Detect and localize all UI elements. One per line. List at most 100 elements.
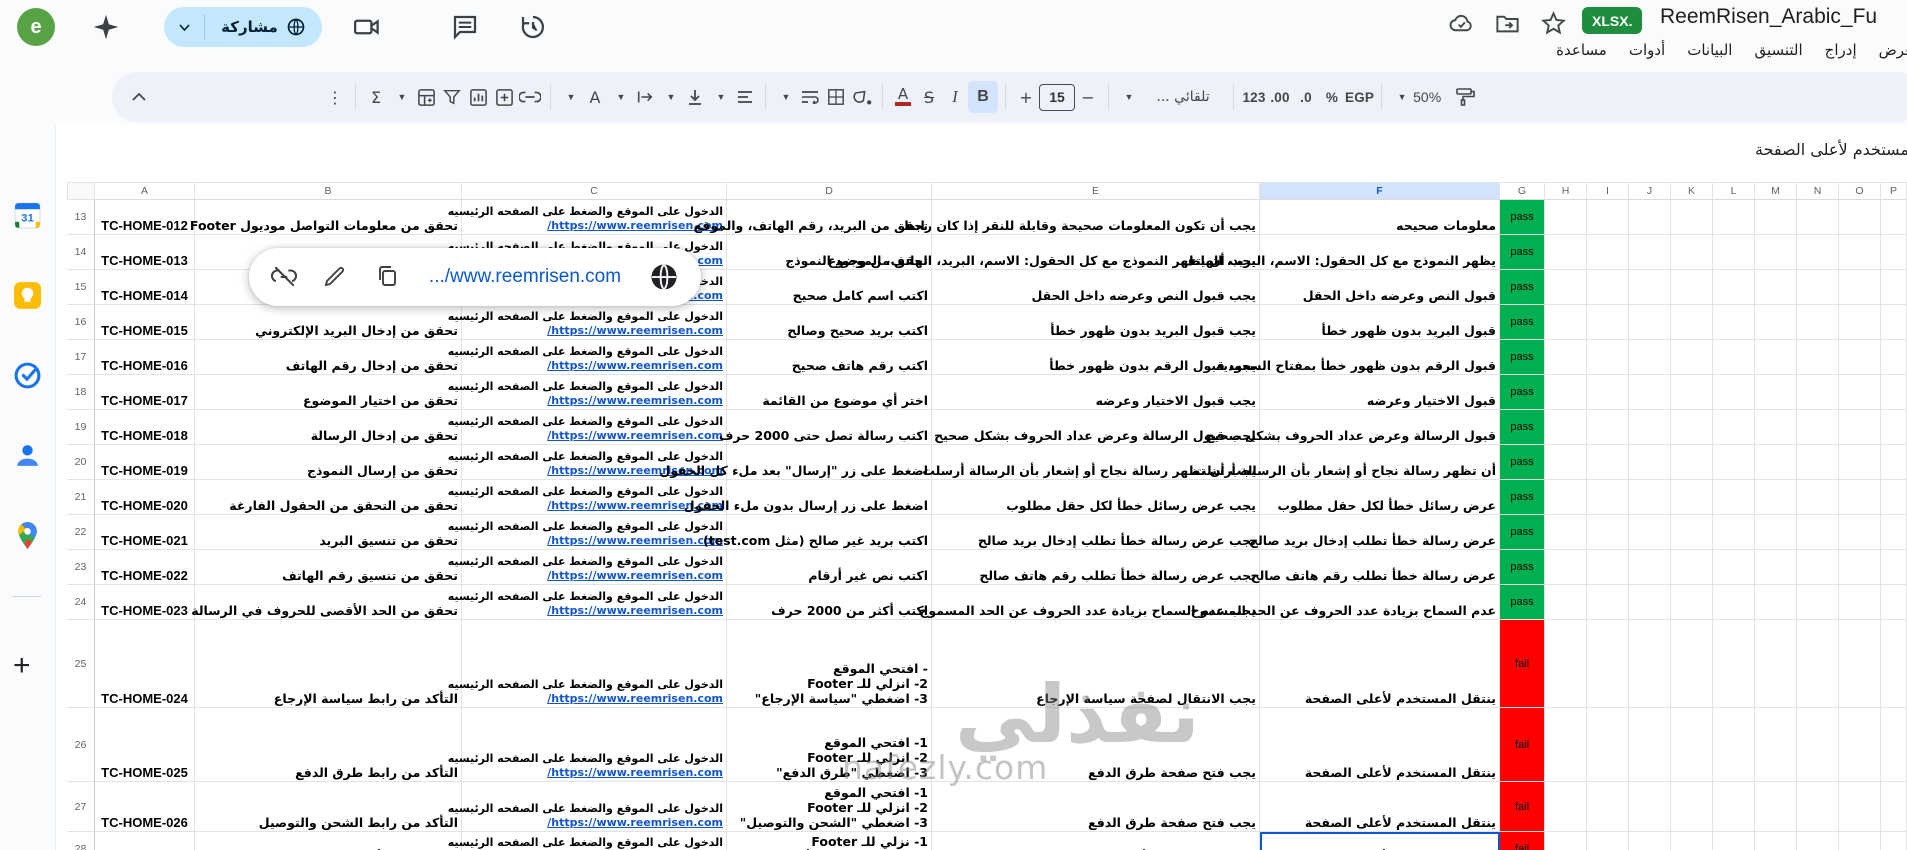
cell-L27[interactable] xyxy=(1713,782,1755,832)
cell-O18[interactable] xyxy=(1839,375,1881,410)
cell-H13[interactable] xyxy=(1545,200,1587,235)
cell-C25[interactable]: الدخول على الموقع والضغط على الصفحه الرئ… xyxy=(448,620,727,708)
italic-icon[interactable]: I xyxy=(942,81,968,113)
cell-K20[interactable] xyxy=(1671,445,1713,480)
star-icon[interactable] xyxy=(1540,10,1568,38)
cell-F13[interactable]: معلومات صحيحه xyxy=(1260,200,1500,235)
cell-A18[interactable]: TC-HOME-017 xyxy=(95,375,195,410)
cell-P24[interactable] xyxy=(1881,585,1907,620)
functions-icon[interactable]: Σ xyxy=(363,81,389,113)
cell-I15[interactable] xyxy=(1587,270,1629,305)
cell-K27[interactable] xyxy=(1671,782,1713,832)
row-header-19[interactable]: 19 xyxy=(67,410,95,445)
cell-E22[interactable]: يجب عرض رسالة خطأ تطلب إدخال بريد صالح xyxy=(932,515,1260,550)
cell-P25[interactable] xyxy=(1881,620,1907,708)
cell-B18[interactable]: تحقق من اختيار الموضوع xyxy=(195,375,462,410)
cell-M24[interactable] xyxy=(1755,585,1797,620)
cell-J25[interactable] xyxy=(1629,620,1671,708)
horizontal-align-icon[interactable] xyxy=(732,81,758,113)
cell-link-C25[interactable]: /https://www.reemrisen.com xyxy=(547,692,723,706)
percent-format-button[interactable]: % xyxy=(1319,81,1345,113)
status-cell-23[interactable]: pass xyxy=(1500,550,1545,585)
cell-E26[interactable]: يجب فتح صفحة طرق الدفع xyxy=(932,708,1260,782)
cell-H22[interactable] xyxy=(1545,515,1587,550)
cell-link-C18[interactable]: /https://www.reemrisen.com xyxy=(547,394,723,408)
font-dropdown-icon[interactable]: ▼ xyxy=(1116,81,1142,113)
cell-P26[interactable] xyxy=(1881,708,1907,782)
cell-K22[interactable] xyxy=(1671,515,1713,550)
row-header-27[interactable]: 27 xyxy=(67,782,95,832)
cell-F18[interactable]: قبول الاختيار وعرضه xyxy=(1260,375,1500,410)
cell-P18[interactable] xyxy=(1881,375,1907,410)
cell-I14[interactable] xyxy=(1587,235,1629,270)
cell-J27[interactable] xyxy=(1629,782,1671,832)
cloud-saved-icon[interactable] xyxy=(1448,10,1476,38)
column-header-A[interactable]: A xyxy=(95,182,195,200)
column-header-G[interactable]: G xyxy=(1500,182,1545,200)
cell-J18[interactable] xyxy=(1629,375,1671,410)
status-cell-16[interactable]: pass xyxy=(1500,305,1545,340)
cell-M15[interactable] xyxy=(1755,270,1797,305)
cell-D26[interactable]: 1- افتحي الموقع 2- انزلي للـ Footer 3- اضغ… xyxy=(727,708,932,782)
cell-B19[interactable]: تحقق من إدخال الرسالة xyxy=(195,410,462,445)
cell-P21[interactable] xyxy=(1881,480,1907,515)
cell-A21[interactable]: TC-HOME-020 xyxy=(95,480,195,515)
menu-item-4[interactable]: أدوات xyxy=(1618,38,1676,62)
cell-link-C23[interactable]: /https://www.reemrisen.com xyxy=(547,569,723,583)
cell-A22[interactable]: TC-HOME-021 xyxy=(95,515,195,550)
cell-link-C22[interactable]: /https://www.reemrisen.com xyxy=(547,534,723,548)
cell-C23[interactable]: الدخول على الموقع والضغط على الصفحه الرئ… xyxy=(448,550,727,585)
document-title[interactable]: ReemRisen_Arabic_Fu xyxy=(1660,5,1877,29)
column-header-M[interactable]: M xyxy=(1755,182,1797,200)
row-header-24[interactable]: 24 xyxy=(67,585,95,620)
cell-C19[interactable]: الدخول على الموقع والضغط على الصفحه الرئ… xyxy=(448,410,727,445)
cell-I26[interactable] xyxy=(1587,708,1629,782)
text-rotation-dropdown-icon[interactable]: ▼ xyxy=(558,81,584,113)
cell-B21[interactable]: تحقق من التحقق من الحقول الفارغة xyxy=(195,480,462,515)
cell-H14[interactable] xyxy=(1545,235,1587,270)
cell-P13[interactable] xyxy=(1881,200,1907,235)
cell-D24[interactable]: اكتب أكثر من 2000 حرف xyxy=(727,585,932,620)
text-color-icon[interactable]: A xyxy=(890,81,916,113)
increase-font-size-button[interactable]: + xyxy=(1013,81,1039,113)
cell-D23[interactable]: اكتب نص غير أرقام xyxy=(727,550,932,585)
cell-H23[interactable] xyxy=(1545,550,1587,585)
cell-A28[interactable] xyxy=(95,832,195,850)
cell-link-C17[interactable]: /https://www.reemrisen.com xyxy=(547,359,723,373)
copy-link-icon[interactable] xyxy=(375,264,401,290)
cell-H16[interactable] xyxy=(1545,305,1587,340)
column-header-N[interactable]: N xyxy=(1797,182,1839,200)
status-cell-20[interactable]: pass xyxy=(1500,445,1545,480)
cell-H26[interactable] xyxy=(1545,708,1587,782)
cell-L20[interactable] xyxy=(1713,445,1755,480)
cell-N17[interactable] xyxy=(1797,340,1839,375)
cell-B13[interactable]: تحقق من معلومات التواصل موديول Footer xyxy=(190,200,462,235)
cell-I23[interactable] xyxy=(1587,550,1629,585)
cell-J22[interactable] xyxy=(1629,515,1671,550)
status-cell-24[interactable]: pass xyxy=(1500,585,1545,620)
cell-A17[interactable]: TC-HOME-016 xyxy=(95,340,195,375)
cell-K24[interactable] xyxy=(1671,585,1713,620)
cell-P15[interactable] xyxy=(1881,270,1907,305)
column-header-J[interactable]: J xyxy=(1629,182,1671,200)
cell-D20[interactable]: اضغط على زر "إرسال" بعد ملء كل الحقول xyxy=(659,445,932,480)
cell-E13[interactable]: يجب أن تكون المعلومات صحيحة وقابلة للنقر… xyxy=(902,200,1260,235)
cell-M18[interactable] xyxy=(1755,375,1797,410)
status-cell-26[interactable]: fail xyxy=(1500,708,1545,782)
cell-I24[interactable] xyxy=(1587,585,1629,620)
cell-O13[interactable] xyxy=(1839,200,1881,235)
cell-M25[interactable] xyxy=(1755,620,1797,708)
cell-O20[interactable] xyxy=(1839,445,1881,480)
text-direction-icon[interactable] xyxy=(632,81,658,113)
column-header-P[interactable]: P xyxy=(1881,182,1907,200)
cell-A13[interactable]: TC-HOME-012 xyxy=(95,200,195,235)
cell-M19[interactable] xyxy=(1755,410,1797,445)
cell-C22[interactable]: الدخول على الموقع والضغط على الصفحه الرئ… xyxy=(448,515,727,550)
cell-I21[interactable] xyxy=(1587,480,1629,515)
status-cell-27[interactable]: fail xyxy=(1500,782,1545,832)
status-cell-21[interactable]: pass xyxy=(1500,480,1545,515)
row-header-26[interactable]: 26 xyxy=(67,708,95,782)
column-header-B[interactable]: B xyxy=(195,182,462,200)
cell-C13[interactable]: الدخول على الموقع والضغط على الصفحه الرئ… xyxy=(448,200,727,235)
cell-F26[interactable]: ينتقل المستخدم لأعلى الصفحة xyxy=(1260,708,1500,782)
